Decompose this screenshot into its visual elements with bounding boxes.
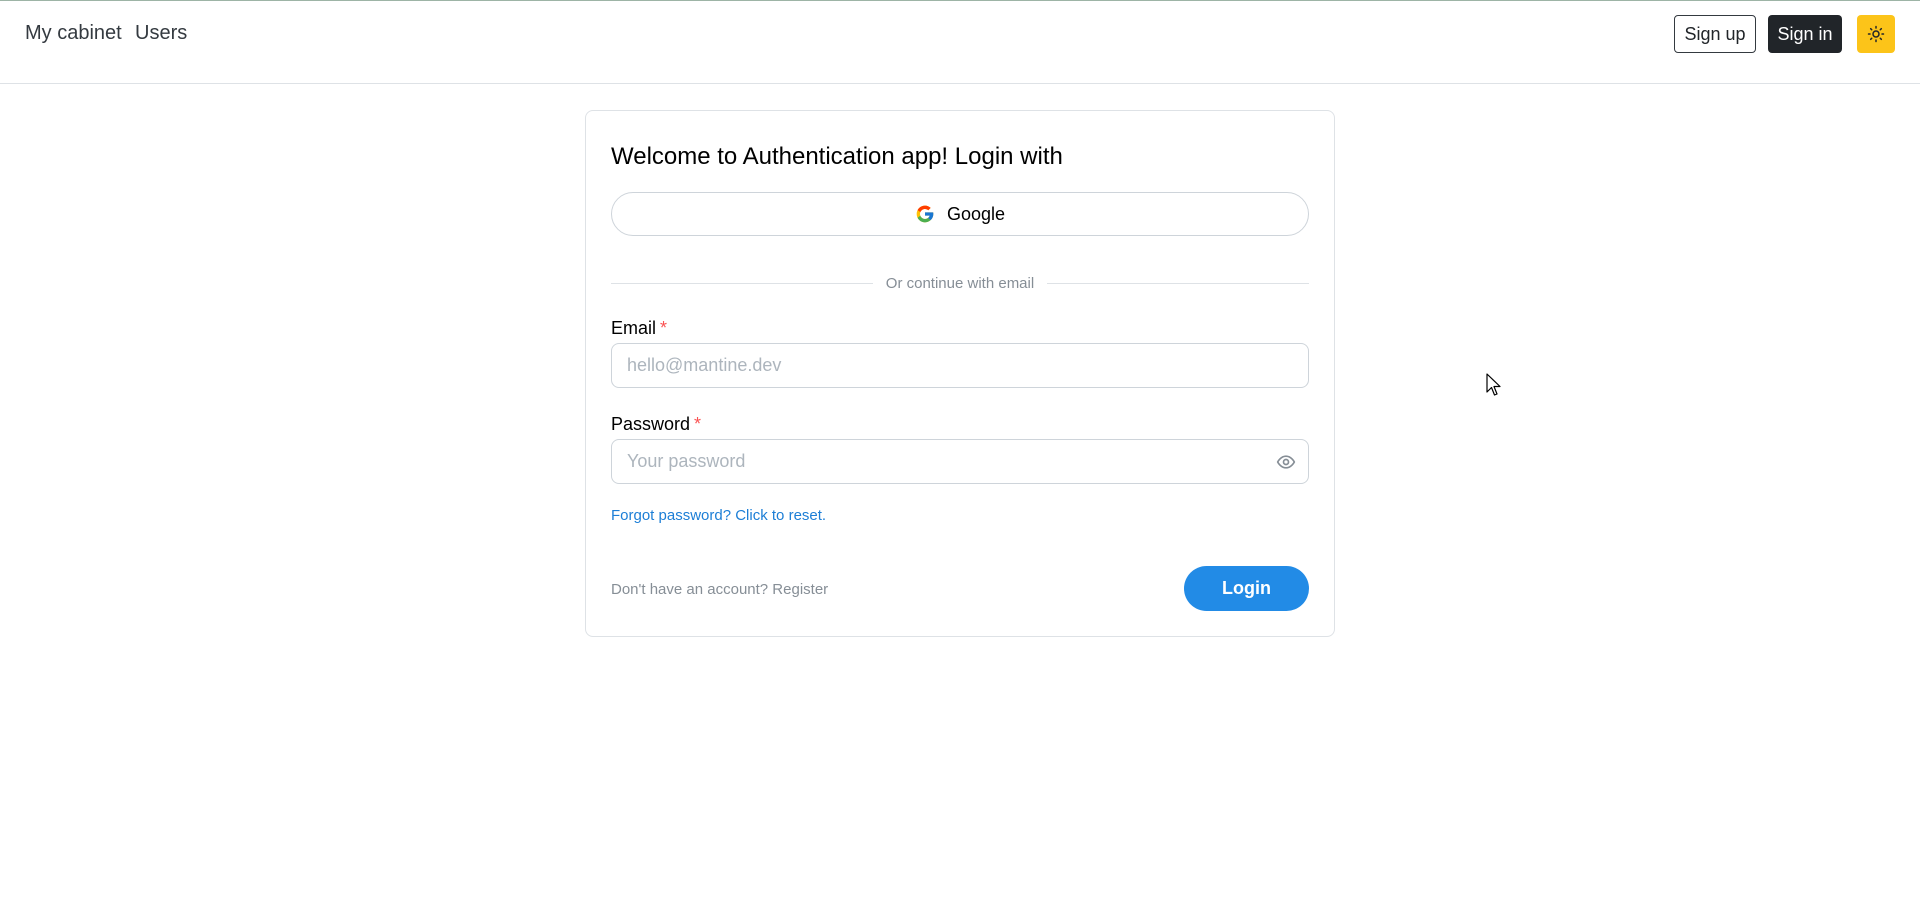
email-label-text: Email	[611, 318, 657, 338]
sign-up-button[interactable]: Sign up	[1674, 15, 1756, 53]
password-label: Password *	[611, 414, 701, 435]
login-title: Welcome to Authentication app! Login wit…	[611, 143, 1063, 170]
email-input[interactable]	[611, 343, 1309, 388]
divider-line-right	[1047, 282, 1309, 284]
eye-icon[interactable]	[1275, 451, 1297, 473]
google-button-label: Google	[946, 203, 1006, 224]
password-required-mark: *	[694, 414, 702, 434]
mouse-cursor-icon	[1486, 373, 1501, 396]
theme-toggle-button[interactable]	[1857, 15, 1895, 53]
google-icon	[915, 204, 935, 224]
nav-link-users[interactable]: Users	[135, 22, 187, 45]
app-header: My cabinet Users Sign up Sign in	[0, 1, 1920, 84]
email-label: Email *	[611, 318, 667, 339]
sun-icon	[1867, 25, 1885, 43]
email-required-mark: *	[660, 318, 668, 338]
login-button[interactable]: Login	[1184, 566, 1309, 611]
forgot-password-link[interactable]: Forgot password? Click to reset.	[611, 507, 826, 524]
or-divider: Or continue with email	[611, 273, 1309, 293]
google-login-button[interactable]: Google	[611, 192, 1309, 236]
password-field	[611, 439, 1309, 484]
divider-label: Or continue with email	[885, 274, 1035, 292]
sign-in-button[interactable]: Sign in	[1768, 15, 1842, 53]
password-label-text: Password	[611, 414, 691, 434]
register-link[interactable]: Don't have an account? Register	[611, 581, 828, 598]
login-card: Welcome to Authentication app! Login wit…	[585, 110, 1335, 637]
divider-line-left	[611, 282, 873, 284]
password-input[interactable]	[611, 439, 1309, 484]
nav-link-my-cabinet[interactable]: My cabinet	[25, 22, 122, 45]
